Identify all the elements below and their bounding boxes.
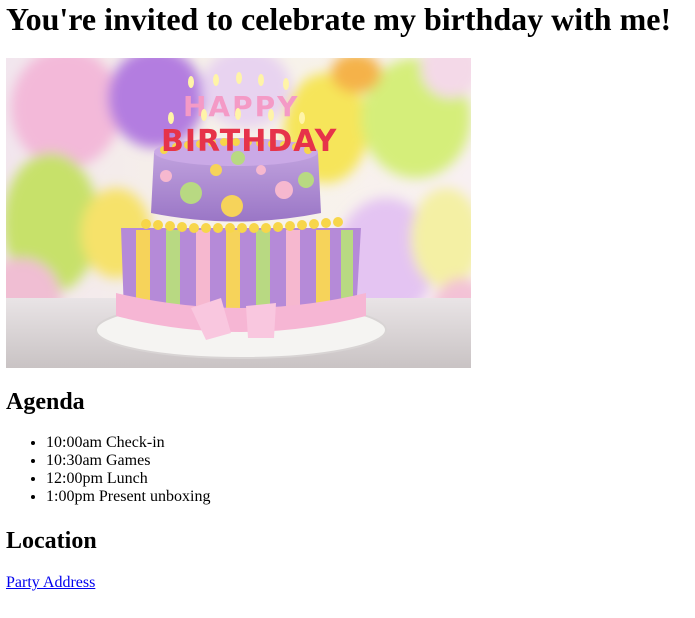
birthday-cake-image: HAPPY BIRTHDAY [6, 58, 471, 368]
agenda-item: 10:00am Check-in [46, 434, 210, 452]
invitation-page: You're invited to celebrate my birthday … [0, 0, 695, 618]
cake-text-top: HAPPY [183, 90, 299, 123]
party-address-link[interactable]: Party Address [6, 574, 95, 592]
agenda-item: 12:00pm Lunch [46, 470, 210, 488]
agenda-item: 10:30am Games [46, 452, 210, 470]
page-title: You're invited to celebrate my birthday … [6, 1, 672, 37]
agenda-item: 1:00pm Present unboxing [46, 488, 210, 506]
agenda-list: 10:00am Check-in 10:30am Games 12:00pm L… [6, 434, 210, 506]
agenda-heading: Agenda [6, 389, 85, 415]
location-heading: Location [6, 528, 97, 554]
cake-text-bottom: BIRTHDAY [161, 124, 338, 159]
